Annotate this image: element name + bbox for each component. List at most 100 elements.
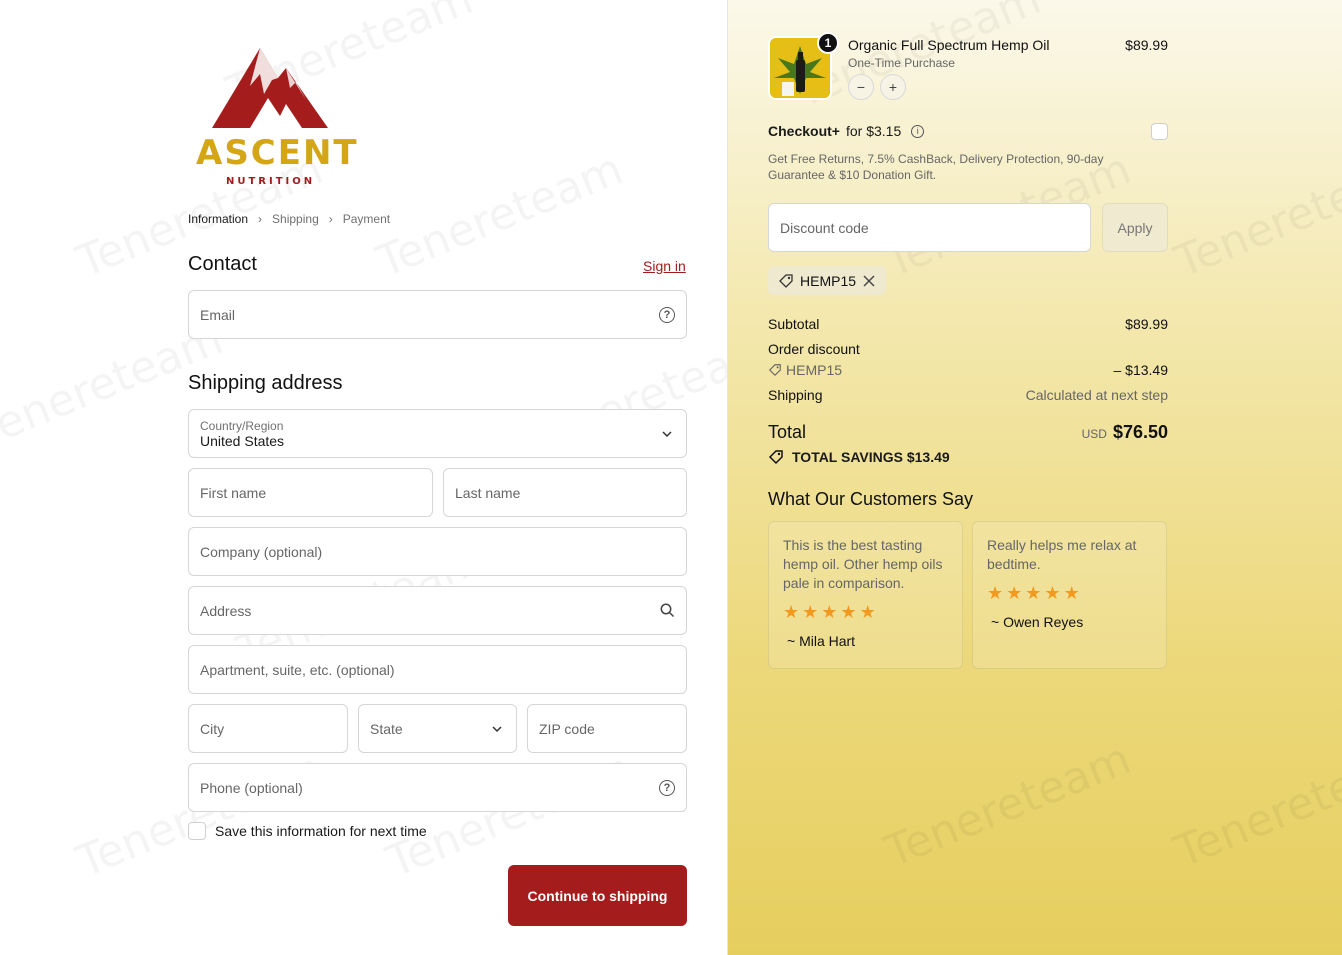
- watermark: Tenereteam: [878, 733, 1138, 878]
- help-icon[interactable]: ?: [659, 779, 675, 796]
- discount-code-label: HEMP15: [800, 272, 857, 289]
- last-name-field[interactable]: Last name: [443, 468, 687, 517]
- star-icon: ★: [1044, 583, 1061, 603]
- star-icon: ★: [840, 602, 857, 622]
- zip-placeholder: ZIP code: [539, 720, 595, 737]
- close-icon[interactable]: [862, 274, 876, 288]
- star-icon: ★: [1025, 583, 1042, 603]
- total-amount-wrap: USD $76.50: [1082, 422, 1168, 443]
- phone-placeholder: Phone (optional): [200, 779, 303, 796]
- city-field[interactable]: City: [188, 704, 348, 753]
- review-card: This is the best tasting hemp oil. Other…: [768, 521, 963, 669]
- company-placeholder: Company (optional): [200, 543, 323, 560]
- breadcrumb-information[interactable]: Information: [188, 212, 248, 226]
- country-select[interactable]: Country/Region United States: [188, 409, 687, 458]
- zip-field[interactable]: ZIP code: [527, 704, 687, 753]
- order-discount-label: Order discount: [768, 341, 860, 357]
- product-name: Organic Full Spectrum Hemp Oil: [848, 37, 1050, 53]
- save-info-checkbox[interactable]: [188, 822, 206, 840]
- company-field[interactable]: Company (optional): [188, 527, 687, 576]
- logo-tagline: NUTRITION: [226, 176, 316, 187]
- star-icon: ★: [802, 602, 819, 622]
- chevron-right-icon: ›: [328, 212, 333, 226]
- review-text: This is the best tasting hemp oil. Other…: [783, 537, 943, 591]
- review-author: ~ Mila Hart: [787, 633, 856, 649]
- country-label: Country/Region: [200, 418, 284, 433]
- discount-code-input[interactable]: Discount code: [768, 203, 1091, 252]
- total-label: Total: [768, 422, 807, 442]
- contact-heading: Contact: [188, 253, 257, 275]
- checkout-plus-checkbox[interactable]: [1151, 123, 1168, 140]
- star-icon: ★: [987, 583, 1004, 603]
- subtotal-label: Subtotal: [768, 316, 820, 332]
- chevron-right-icon: ›: [258, 212, 263, 226]
- quantity-badge: 1: [817, 32, 839, 54]
- subtotal-value: $89.99: [1125, 316, 1168, 332]
- logo-wordmark: ASCENT: [196, 133, 359, 173]
- review-card: Really helps me relax at bedtime. ★ ★ ★ ★ ★ …: [972, 521, 1167, 669]
- discount-placeholder: Discount code: [780, 219, 869, 236]
- breadcrumb-payment: Payment: [342, 212, 391, 226]
- star-rating: ★ ★ ★ ★ ★: [783, 603, 948, 622]
- email-placeholder: Email: [200, 306, 236, 323]
- checkout-plus-description: Get Free Returns, 7.5% CashBack, Deliver…: [768, 152, 1104, 182]
- star-icon: ★: [1063, 583, 1080, 603]
- currency-code: USD: [1081, 427, 1107, 441]
- total-row: Total USD $76.50: [768, 422, 1168, 443]
- tag-icon: [768, 450, 783, 465]
- checkout-plus-price: for $3.15: [845, 123, 902, 139]
- city-placeholder: City: [200, 720, 225, 737]
- discount-amount: – $13.49: [1113, 362, 1169, 378]
- breadcrumb-shipping: Shipping: [272, 212, 319, 226]
- phone-field[interactable]: Phone (optional) ?: [188, 763, 687, 812]
- checkout-plus-offer: Checkout+ for $3.15 i: [768, 123, 925, 139]
- review-text: Really helps me relax at bedtime.: [987, 537, 1137, 572]
- country-value: United States: [200, 432, 285, 449]
- continue-to-shipping-button[interactable]: Continue to shipping: [508, 865, 687, 926]
- increase-quantity-button[interactable]: +: [880, 74, 906, 100]
- total-savings-text: TOTAL SAVINGS $13.49: [792, 449, 950, 465]
- breadcrumb: Information › Shipping › Payment: [188, 212, 390, 226]
- help-icon[interactable]: ?: [659, 306, 675, 323]
- shipping-address-heading: Shipping address: [188, 372, 343, 394]
- applied-discount-tag: HEMP15: [768, 266, 887, 295]
- discount-code-detail: HEMP15: [768, 362, 842, 378]
- product-purchase-type: One-Time Purchase: [848, 56, 955, 70]
- total-value: $76.50: [1112, 422, 1168, 442]
- email-field[interactable]: Email ?: [188, 290, 687, 339]
- chevron-down-icon: [662, 430, 672, 437]
- shipping-value: Calculated at next step: [1025, 387, 1168, 403]
- watermark: Tenereteam: [1168, 143, 1342, 288]
- address-placeholder: Address: [200, 602, 252, 619]
- order-discount-row: Order discount: [768, 341, 1168, 357]
- shipping-row: Shipping Calculated at next step: [768, 387, 1168, 403]
- chevron-down-icon: [492, 725, 502, 732]
- state-placeholder: State: [370, 720, 403, 737]
- product-price: $89.99: [1125, 37, 1168, 53]
- star-icon: ★: [859, 602, 876, 622]
- apartment-field[interactable]: Apartment, suite, etc. (optional): [188, 645, 687, 694]
- checkout-plus-label: Checkout+: [768, 123, 840, 139]
- info-icon[interactable]: i: [911, 124, 925, 138]
- first-name-field[interactable]: First name: [188, 468, 433, 517]
- save-info-option[interactable]: Save this information for next time: [188, 822, 427, 840]
- discount-detail-row: HEMP15 – $13.49: [768, 362, 1168, 378]
- first-name-placeholder: First name: [200, 484, 267, 501]
- review-author: ~ Owen Reyes: [991, 614, 1084, 630]
- star-icon: ★: [783, 602, 800, 622]
- watermark: Tenereteam: [1168, 733, 1342, 878]
- order-summary-panel: Tenereteam Tenereteam Tenereteam Teneret…: [727, 0, 1342, 955]
- decrease-quantity-button[interactable]: −: [848, 74, 874, 100]
- total-savings: TOTAL SAVINGS $13.49: [768, 449, 950, 465]
- watermark: Tenereteam: [370, 143, 630, 288]
- sign-in-link[interactable]: Sign in: [643, 258, 686, 274]
- subtotal-row: Subtotal $89.99: [768, 316, 1168, 332]
- search-icon: [659, 603, 675, 619]
- address-field[interactable]: Address: [188, 586, 687, 635]
- apply-discount-button[interactable]: Apply: [1102, 203, 1168, 252]
- tag-icon: [768, 364, 781, 377]
- state-select[interactable]: State: [358, 704, 517, 753]
- star-rating: ★ ★ ★ ★ ★: [987, 584, 1152, 603]
- discount-code-text: HEMP15: [786, 362, 843, 378]
- save-info-label: Save this information for next time: [215, 823, 427, 839]
